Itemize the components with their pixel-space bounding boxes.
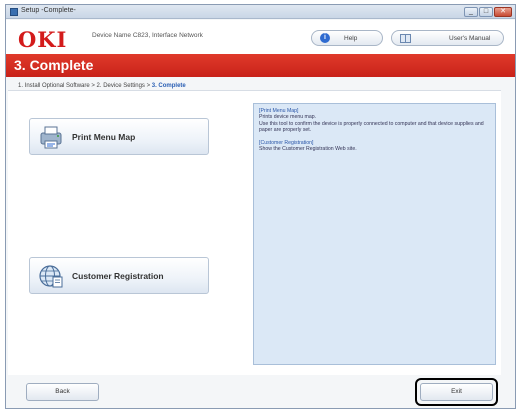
customer-registration-label: Customer Registration xyxy=(72,270,164,281)
header: OKI Device Name C823, Interface Network … xyxy=(6,20,515,54)
maximize-button[interactable]: □ xyxy=(479,7,493,17)
back-button[interactable]: Back xyxy=(26,383,99,401)
main-content: Print Menu Map Customer Registration [Pr… xyxy=(8,90,501,375)
step-bar: 3. Complete xyxy=(6,54,515,77)
app-icon xyxy=(10,8,18,16)
help-icon: i xyxy=(320,33,330,43)
window-controls: _ □ ✕ xyxy=(464,7,512,17)
users-manual-label: User's Manual xyxy=(449,34,491,42)
description-panel: [Print Menu Map] Prints device menu map.… xyxy=(253,103,496,365)
customer-registration-desc: Show the Customer Registration Web site. xyxy=(259,146,357,153)
print-menu-map-button[interactable]: Print Menu Map xyxy=(29,118,209,155)
exit-highlight-frame xyxy=(415,378,498,406)
breadcrumb: 1. Install Optional Software > 2. Device… xyxy=(18,83,186,89)
print-menu-icon xyxy=(38,124,64,150)
title-bar: Setup -Complete- _ □ ✕ xyxy=(6,5,515,19)
device-name: Device Name C823, Interface Network xyxy=(92,32,203,39)
print-menu-map-label: Print Menu Map xyxy=(72,131,136,142)
oki-logo: OKI xyxy=(18,27,68,52)
globe-registration-icon xyxy=(38,263,64,289)
users-manual-button[interactable]: User's Manual xyxy=(391,30,504,46)
help-button[interactable]: i Help xyxy=(311,30,383,46)
close-button[interactable]: ✕ xyxy=(494,7,512,17)
manual-book-icon xyxy=(400,33,411,43)
breadcrumb-steps: 1. Install Optional Software > 2. Device… xyxy=(18,83,152,89)
help-label: Help xyxy=(344,34,358,42)
breadcrumb-current: 3. Complete xyxy=(151,83,186,89)
print-menu-map-desc-2: Use this tool to confirm the device is p… xyxy=(259,120,484,134)
window-title: Setup -Complete- xyxy=(21,7,76,14)
page-title: 3. Complete xyxy=(14,57,94,73)
minimize-button[interactable]: _ xyxy=(464,7,478,17)
customer-registration-button[interactable]: Customer Registration xyxy=(29,257,209,294)
